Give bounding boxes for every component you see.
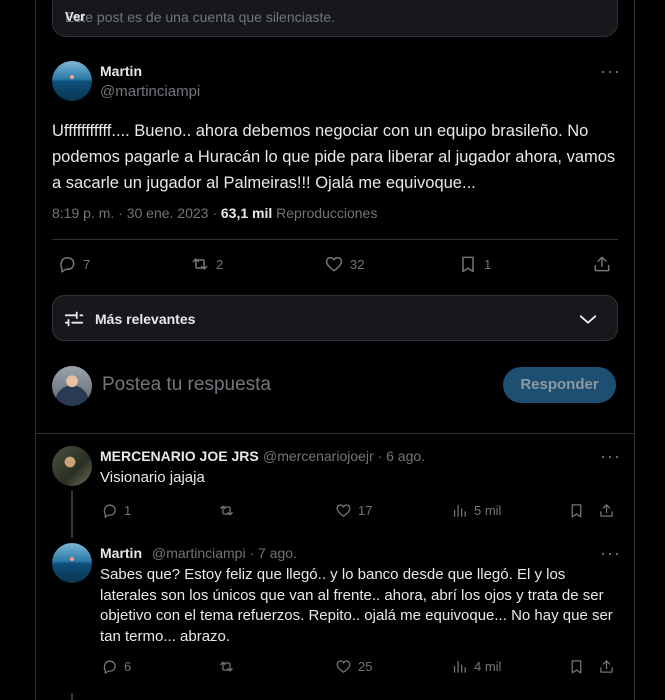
- repost-icon: [220, 505, 233, 516]
- views-count: 4 mil: [474, 659, 502, 674]
- views-icon: [453, 660, 466, 673]
- post-meta: 8:19 p. m. · 30 ene. 2023 · 63,1 mil Rep…: [52, 205, 377, 221]
- share-button[interactable]: [598, 502, 621, 519]
- more-icon[interactable]: ···: [600, 62, 621, 80]
- my-avatar[interactable]: [52, 366, 92, 406]
- like-icon: [336, 504, 351, 517]
- bookmark-button[interactable]: [568, 502, 591, 519]
- reply-author-name[interactable]: Martin: [100, 545, 142, 561]
- bookmark-button[interactable]: 1: [458, 254, 491, 274]
- reply-button[interactable]: 7: [57, 254, 90, 274]
- chevron-down-icon: [579, 315, 597, 324]
- author-name[interactable]: Martin: [100, 63, 142, 79]
- repost-icon: [220, 661, 233, 672]
- views-label: Reproducciones: [272, 205, 378, 221]
- like-count: 32: [350, 256, 365, 272]
- reply-count: 1: [124, 503, 132, 518]
- like-count: 17: [358, 503, 373, 518]
- bookmark-count: 1: [484, 256, 492, 272]
- repost-count: 2: [216, 256, 224, 272]
- bookmark-icon: [571, 504, 582, 518]
- more-icon[interactable]: ···: [600, 447, 621, 465]
- reply-author-name[interactable]: MERCENARIO JOE JRS: [100, 448, 259, 464]
- muted-quoted-post[interactable]: Este post es de una cuenta que silencias…: [52, 0, 618, 37]
- avatar[interactable]: [52, 446, 92, 486]
- bookmark-button[interactable]: [568, 658, 591, 675]
- reply-count: 7: [83, 256, 91, 272]
- reply-icon: [103, 660, 116, 674]
- view-muted-link[interactable]: Ver: [65, 9, 601, 24]
- views-button[interactable]: 5 mil: [451, 502, 501, 519]
- reply-button[interactable]: 1: [101, 502, 131, 519]
- like-icon: [325, 256, 343, 272]
- author-handle[interactable]: @martinciampi: [100, 83, 200, 100]
- reply-text: Sabes que? Estoy feliz que llegó.. y lo …: [100, 566, 613, 645]
- post-timestamp[interactable]: 8:19 p. m. · 30 ene. 2023 ·: [52, 205, 221, 221]
- views-count: 5 mil: [474, 503, 502, 518]
- divider: [36, 433, 634, 434]
- reply-submit-button[interactable]: Responder: [503, 367, 616, 403]
- sort-label: Más relevantes: [95, 311, 196, 327]
- bookmark-icon: [571, 660, 582, 674]
- share-icon: [600, 504, 613, 517]
- avatar[interactable]: [52, 61, 92, 101]
- avatar[interactable]: [52, 543, 92, 583]
- post-text: Ufffffffffff.... Bueno.. ahora debemos n…: [52, 122, 616, 192]
- like-button[interactable]: 25: [335, 658, 372, 675]
- share-button[interactable]: [592, 254, 618, 274]
- repost-button[interactable]: 2: [190, 254, 223, 274]
- bookmark-icon: [462, 256, 474, 273]
- more-icon[interactable]: ···: [600, 544, 621, 562]
- views-button[interactable]: 4 mil: [451, 658, 501, 675]
- share-icon: [594, 256, 610, 272]
- reply-input[interactable]: Postea tu respuesta: [102, 374, 271, 396]
- views-icon: [453, 504, 466, 517]
- repost-icon: [192, 258, 208, 270]
- reply-handle-date[interactable]: @martinciampi · 7 ago.: [152, 545, 297, 561]
- views-count: 63,1 mil: [220, 205, 273, 221]
- share-button[interactable]: [598, 658, 621, 675]
- sort-replies-dropdown[interactable]: Más relevantes: [52, 295, 618, 341]
- reply-count: 6: [124, 659, 132, 674]
- repost-button[interactable]: [218, 658, 241, 675]
- like-button[interactable]: 17: [335, 502, 372, 519]
- thread-line: [71, 490, 73, 538]
- reply-handle-date[interactable]: @mercenariojoejr · 6 ago.: [263, 448, 425, 464]
- reply-text: Visionario jajaja: [100, 469, 205, 486]
- reply-button[interactable]: 6: [101, 658, 131, 675]
- divider: [52, 239, 618, 240]
- thread-line: [71, 693, 73, 700]
- reply-icon: [103, 504, 116, 518]
- filter-icon: [64, 311, 84, 327]
- like-count: 25: [358, 659, 373, 674]
- share-icon: [600, 660, 613, 673]
- reply-icon: [60, 257, 75, 273]
- like-icon: [336, 660, 351, 673]
- repost-button[interactable]: [218, 502, 241, 519]
- like-button[interactable]: 32: [324, 254, 364, 274]
